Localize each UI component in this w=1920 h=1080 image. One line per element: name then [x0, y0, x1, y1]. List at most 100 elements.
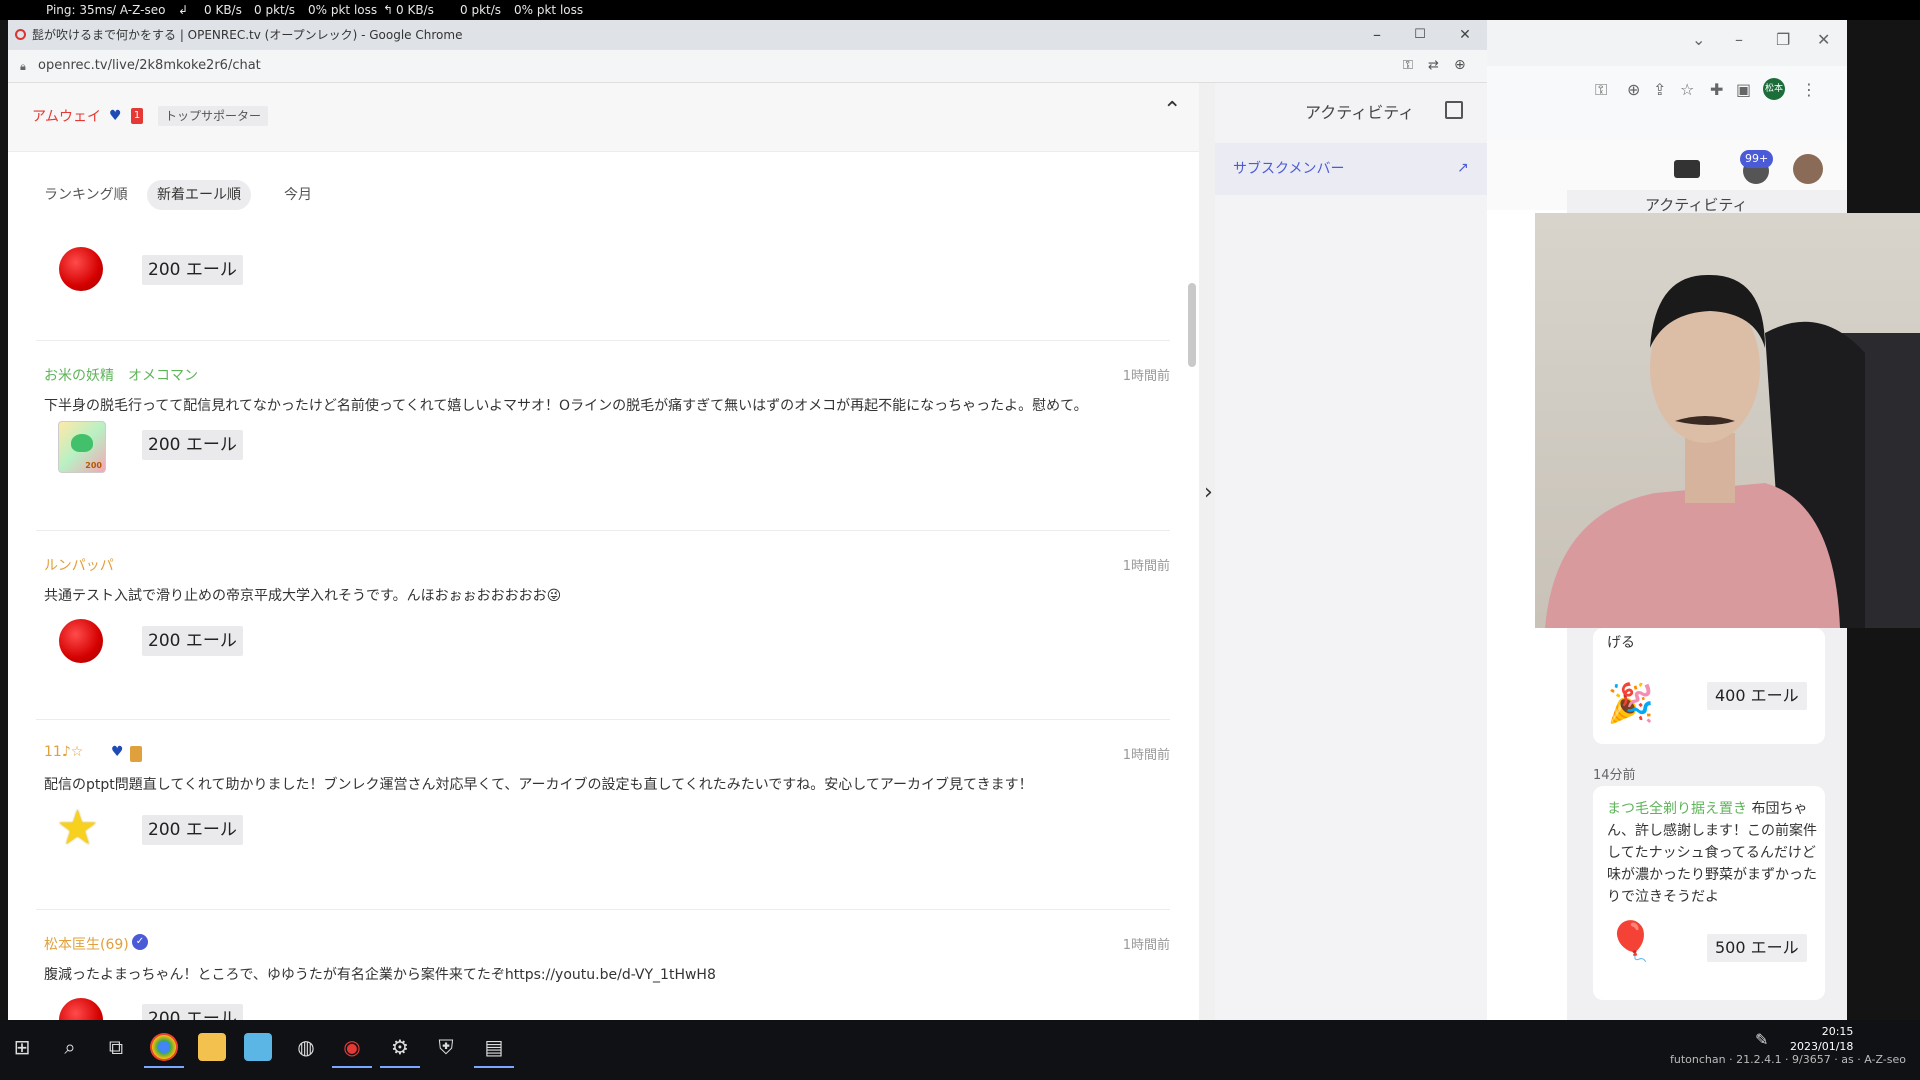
supporter-level-badge: 1 [131, 108, 143, 124]
yell-amount: 200 エール [142, 430, 243, 460]
external-link-icon[interactable]: ↗ [1457, 160, 1469, 176]
chevron-down-icon[interactable]: ⌄ [1692, 30, 1705, 49]
task-view-icon[interactable]: ⧉ [102, 1033, 130, 1061]
scrollbar-thumb[interactable] [1188, 283, 1196, 367]
maximize-button[interactable]: ☐ [1398, 20, 1442, 50]
close-icon[interactable]: ✕ [1817, 30, 1830, 49]
app-window-icon[interactable]: ▤ [474, 1033, 514, 1068]
zoom-icon[interactable]: ⊕ [1454, 57, 1466, 73]
lock-icon[interactable]: 🔒︎ [20, 60, 26, 74]
sidepanel-icon[interactable]: ▣ [1736, 80, 1751, 99]
bg-yell-card-2: まつ毛全剃り据え置き 布団ちゃん、許し感謝します！この前案件してたナッシュ食って… [1593, 786, 1825, 1000]
yell-amount: 200 エール [142, 815, 243, 845]
user-level-badge [130, 746, 142, 762]
clock-date: 2023/01/18 [1790, 1040, 1854, 1053]
minimize-button[interactable]: – [1355, 20, 1399, 50]
user-name[interactable]: お米の妖精 オメコマン [44, 365, 198, 385]
down-speed: 0 KB/s [204, 3, 242, 17]
recorder-icon[interactable]: ◉ [332, 1033, 372, 1068]
message-text: 配信のptpt問題直してくれて助かりました！ブンレク運営さん対応早くて、アーカイ… [44, 777, 1033, 793]
shield-icon[interactable]: ⛨ [432, 1033, 460, 1061]
sticker-card-gift-icon: 200 [58, 421, 106, 473]
divider [36, 909, 1170, 910]
collapse-chevron-icon[interactable]: ⌃ [1163, 98, 1181, 123]
bg-card1-text: げる [1607, 635, 1635, 651]
activity-title: アクティビティ [1305, 103, 1415, 122]
yell-amount: 200 エール [142, 255, 243, 285]
extensions-icon[interactable]: ✚ [1710, 80, 1723, 99]
search-icon[interactable]: ⌕ [56, 1033, 84, 1061]
sort-tab-newest[interactable]: 新着エール順 [147, 180, 251, 210]
yell-item: ルンパッパ 1時間前 共通テスト入試で滑り止めの帝京平成大学入れそうです。んほお… [36, 555, 1170, 685]
minimize-icon[interactable]: – [1735, 30, 1743, 49]
webcam-image [1545, 274, 1920, 628]
notification-count-badge: 99+ [1740, 150, 1774, 168]
user-badge-icon: ♥ [111, 744, 124, 760]
message-text: 腹減ったよまっちゃん！ところで、ゆゆうたが有名企業から案件来てたぞhttps:/… [44, 967, 716, 983]
zoom-icon[interactable]: ⊕ [1627, 80, 1640, 99]
app-icon[interactable] [244, 1033, 272, 1061]
user-avatar[interactable] [1793, 154, 1823, 184]
upload-icon: ↰ [383, 3, 394, 17]
yell-item: 11♪☆ ♥ 1時間前 配信のptpt問題直してくれて助かりました！ブンレク運営… [36, 744, 1170, 874]
chevron-right-icon[interactable]: › [1204, 480, 1213, 505]
obs-icon[interactable]: ◍ [292, 1033, 320, 1061]
main-browser-window: 髭が吹けるまで何かをする | OPENREC.tv (オープンレック) - Go… [8, 20, 1487, 1042]
windows-start-icon[interactable]: ⊞ [8, 1033, 36, 1061]
yell-item: 松本匡生(69) ✓ 1時間前 腹減ったよまっちゃん！ところで、ゆゆうたが有名企… [36, 934, 1170, 1042]
supporter-badge-icon: ♥ [109, 108, 122, 124]
bg-card1-yell: 400 エール [1707, 682, 1807, 710]
sort-tab-ranking[interactable]: ランキング順 [34, 180, 138, 210]
restore-icon[interactable]: ❐ [1776, 30, 1790, 49]
webcam-feed [1535, 213, 1920, 628]
yell-item: 200 エール [36, 243, 1170, 323]
bg-card2-message: まつ毛全剃り据え置き 布団ちゃん、許し感謝します！この前案件してたナッシュ食って… [1607, 798, 1817, 908]
timestamp: 1時間前 [1122, 369, 1170, 384]
address-bar: 🔒︎ openrec.tv/live/2k8mkoke2r6/chat ⚿ ⇄ … [8, 50, 1487, 83]
chrome-icon[interactable] [144, 1033, 184, 1068]
user-name[interactable]: ルンパッパ [44, 555, 114, 575]
panel-gutter [1199, 83, 1215, 1020]
yell-list-pane: アムウェイ ♥ 1 トップサポーター ⌃ ランキング順 新着エール順 今月 20… [8, 83, 1199, 1042]
user-name[interactable]: 11♪☆ [44, 744, 83, 760]
share-icon[interactable]: ⇪ [1653, 80, 1666, 99]
network-stats-bar: Ping: 35ms / A-Z-seo ↲ 0 KB/s 0 pkt/s 0%… [0, 0, 1920, 20]
footer-note: futonchan · 21.2.4.1 · 9/3657 · as · A-Z… [1670, 1053, 1906, 1066]
menu-dots-icon[interactable]: ⋮ [1801, 80, 1817, 99]
translate-icon[interactable]: ⇄ [1428, 58, 1439, 73]
steam-icon[interactable]: ⚙ [380, 1033, 420, 1068]
yell-item: お米の妖精 オメコマン 1時間前 下半身の脱毛行ってて配信見れてなかったけど名前… [36, 365, 1170, 495]
bg-card2-time: 14分前 [1593, 768, 1636, 783]
close-button[interactable]: ✕ [1443, 20, 1487, 50]
key-icon[interactable]: ⚿ [1595, 80, 1607, 100]
openrec-favicon-icon [15, 29, 26, 40]
url-field[interactable]: openrec.tv/live/2k8mkoke2r6/chat [38, 50, 261, 82]
sort-tab-month[interactable]: 今月 [274, 180, 322, 210]
divider [36, 719, 1170, 720]
top-supporter-tag: トップサポーター [158, 106, 269, 126]
file-explorer-icon[interactable] [198, 1033, 226, 1061]
bg-card2-yell: 500 エール [1707, 934, 1807, 962]
camera-icon[interactable] [1674, 160, 1700, 178]
user-name[interactable]: 松本匡生(69) [44, 934, 129, 954]
profile-avatar[interactable]: 松本 [1763, 78, 1785, 100]
download-icon: ↲ [178, 3, 189, 17]
up-loss: 0% pkt loss [514, 3, 584, 17]
key-icon[interactable]: ⚿ [1403, 58, 1413, 73]
balloon-icon: 🎈 [1607, 919, 1655, 963]
server-text: / A-Z-seo [112, 3, 166, 17]
divider [36, 340, 1170, 341]
star-gift-icon: ★ [56, 800, 100, 856]
bg-titlebar: ⌄ – ❐ ✕ [1487, 20, 1847, 66]
pen-icon[interactable]: ✎ [1755, 1030, 1768, 1049]
divider [36, 530, 1170, 531]
bg-address-bar: ⚿ ⊕ ⇪ ☆ ✚ ▣ 松本 ⋮ [1487, 66, 1847, 141]
bg-card2-user[interactable]: まつ毛全剃り据え置き [1607, 801, 1747, 817]
supporter-name[interactable]: アムウェイ [32, 83, 101, 151]
popout-icon[interactable] [1445, 101, 1463, 119]
sub-member-link[interactable]: サブスクメンバー [1233, 143, 1344, 195]
sub-member-row[interactable]: サブスクメンバー ↗ [1215, 143, 1487, 195]
timestamp: 1時間前 [1122, 938, 1170, 953]
bookmark-star-icon[interactable]: ☆ [1680, 80, 1694, 99]
taskbar-clock[interactable]: 20:15 2023/01/18 [1790, 1024, 1853, 1054]
